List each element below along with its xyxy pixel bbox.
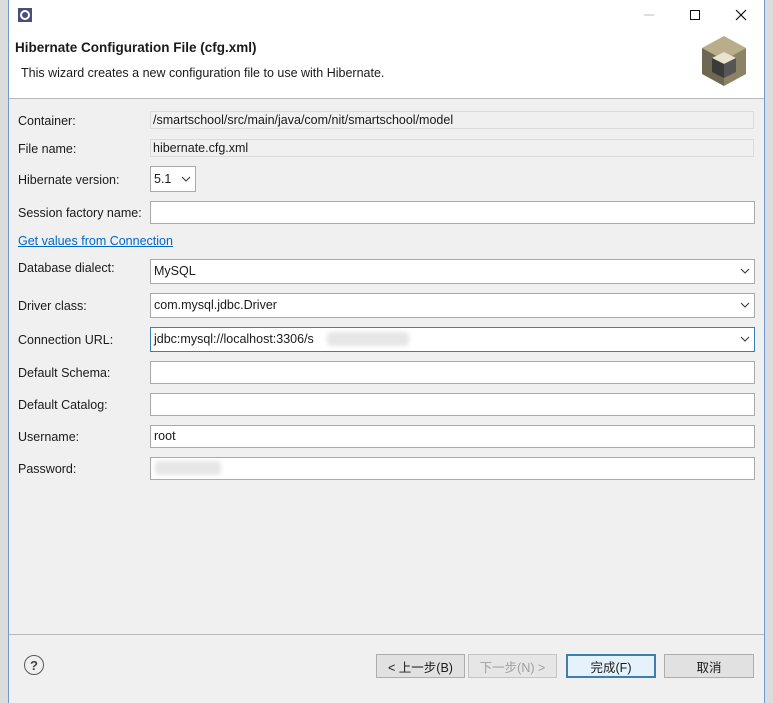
chevron-down-icon [740, 333, 750, 345]
driver-select[interactable]: com.mysql.jdbc.Driver [150, 293, 755, 318]
redacted-url-blur [327, 332, 409, 346]
cancel-button[interactable]: 取消 [664, 654, 754, 678]
container-field: /smartschool/src/main/java/com/nit/smart… [150, 111, 754, 129]
chevron-down-icon [181, 173, 191, 185]
password-label: Password: [18, 462, 77, 476]
back-button[interactable]: < 上一步(B) [376, 654, 465, 678]
footer-divider [9, 634, 764, 635]
session-factory-input[interactable] [150, 201, 755, 224]
minimize-button[interactable] [626, 0, 672, 30]
close-icon [735, 9, 747, 21]
finish-button[interactable]: 完成(F) [566, 654, 656, 678]
eclipse-app-icon [17, 7, 33, 23]
driver-label: Driver class: [18, 299, 87, 313]
driver-value: com.mysql.jdbc.Driver [154, 298, 277, 312]
catalog-input[interactable] [150, 393, 755, 416]
url-label: Connection URL: [18, 333, 114, 347]
schema-label: Default Schema: [18, 366, 111, 380]
url-select[interactable]: jdbc:mysql://localhost:3306/s [150, 327, 755, 352]
catalog-label: Default Catalog: [18, 398, 108, 412]
page-title: Hibernate Configuration File (cfg.xml) [15, 40, 257, 55]
session-factory-label: Session factory name: [18, 206, 142, 220]
username-label: Username: [18, 430, 80, 444]
dialect-select[interactable]: MySQL [150, 259, 755, 284]
dialect-label: Database dialect: [18, 261, 115, 275]
password-input[interactable] [150, 457, 755, 480]
title-bar [9, 0, 764, 30]
filename-label: File name: [18, 142, 77, 156]
filename-field: hibernate.cfg.xml [150, 139, 754, 157]
version-select[interactable]: 5.1 [150, 166, 196, 192]
username-input[interactable]: root [150, 425, 755, 448]
wizard-header: Hibernate Configuration File (cfg.xml) T… [9, 30, 764, 99]
version-label: Hibernate version: [18, 173, 120, 187]
redacted-password-blur [155, 461, 221, 475]
chevron-down-icon [740, 265, 750, 277]
url-value: jdbc:mysql://localhost:3306/s [154, 332, 314, 346]
version-value: 5.1 [154, 172, 172, 186]
wizard-window: Hibernate Configuration File (cfg.xml) T… [8, 0, 765, 703]
chevron-down-icon [740, 299, 750, 311]
container-label: Container: [18, 114, 76, 128]
next-button[interactable]: 下一步(N) > [468, 654, 557, 678]
maximize-button[interactable] [672, 0, 718, 30]
hibernate-logo-icon [698, 34, 750, 90]
close-button[interactable] [718, 0, 764, 30]
get-values-from-connection-link[interactable]: Get values from Connection [18, 234, 173, 248]
page-description: This wizard creates a new configuration … [21, 66, 385, 80]
help-icon[interactable]: ? [24, 655, 44, 675]
dialect-value: MySQL [154, 264, 196, 278]
schema-input[interactable] [150, 361, 755, 384]
